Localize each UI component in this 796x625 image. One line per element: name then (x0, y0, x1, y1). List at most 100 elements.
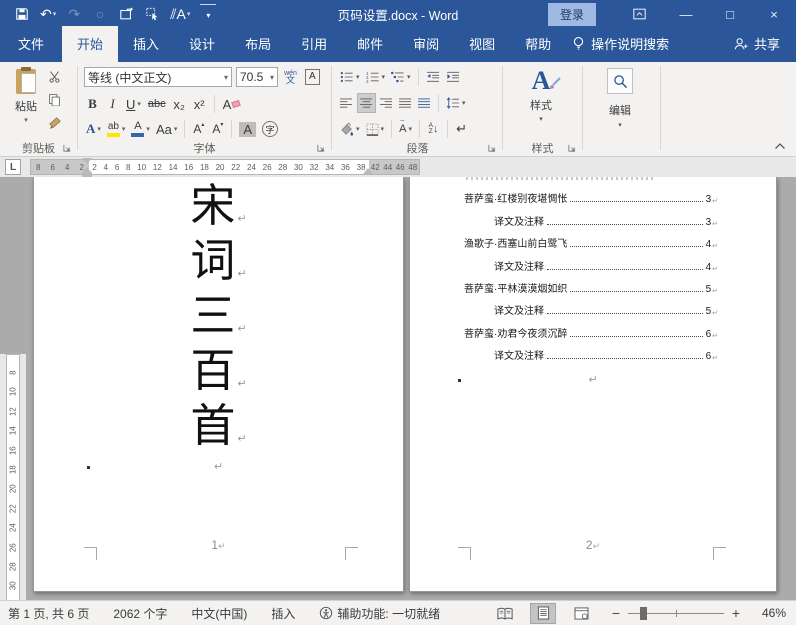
format-painter-button[interactable] (48, 116, 62, 130)
web-layout-button[interactable] (568, 603, 594, 624)
shading-button[interactable]: ▾ (338, 119, 362, 139)
page-1[interactable]: 宋 词 三 百 首 1 (33, 177, 404, 592)
styles-button[interactable]: A 样式 ▾ (517, 68, 565, 142)
clipboard-dialog-launcher[interactable] (63, 144, 73, 154)
toc-entry[interactable]: 菩萨蛮·劝君今夜须沉醉 6 (410, 317, 776, 340)
text-effects-button[interactable]: A ▾ (84, 119, 103, 139)
toc-entry-title[interactable]: 译文及注释 (494, 213, 544, 228)
minimize-button[interactable]: — (664, 0, 708, 28)
toc-entry-title[interactable]: 译文及注释 (494, 258, 544, 273)
ribbon-tab[interactable]: 设计 (174, 26, 230, 62)
formatting-icon[interactable]: ⫽A ▾ (170, 4, 190, 24)
title-char-row[interactable]: 百 (34, 342, 403, 397)
multilevel-list-button[interactable]: ▾ (389, 67, 413, 87)
toc-entry-title[interactable]: 译文及注释 (494, 347, 544, 362)
paragraph-dialog-launcher[interactable] (488, 144, 498, 154)
zoom-percentage[interactable]: 46% (752, 606, 786, 620)
toc-page-number[interactable]: 6 (706, 351, 712, 362)
vertical-ruler[interactable]: 8101214161820222426283032343638404244 46… (6, 354, 20, 600)
text-highlight-button[interactable]: ab ▾ (105, 119, 128, 139)
ribbon-tab[interactable]: 视图 (454, 26, 510, 62)
show-hide-marks-button[interactable]: ↵ (453, 119, 470, 139)
grow-font-button[interactable]: A ▴ (190, 119, 207, 139)
read-mode-button[interactable] (492, 603, 518, 624)
line-spacing-button[interactable]: ▾ (444, 93, 468, 113)
toc-entry-title[interactable]: 菩萨蛮·劝君今夜须沉醉 (464, 325, 567, 340)
save-icon[interactable] (14, 4, 30, 24)
distribute-text-button[interactable] (416, 93, 433, 113)
font-size-combobox[interactable]: 70.5 ▾ (236, 67, 278, 87)
font-dialog-launcher[interactable] (317, 144, 327, 154)
change-case-button[interactable]: Aa ▾ (154, 119, 179, 139)
maximize-button[interactable]: □ (708, 0, 752, 28)
toc-page-number[interactable]: 3 (706, 194, 712, 205)
tab-file[interactable]: 文件 (0, 26, 62, 62)
page-indicator[interactable]: 第 1 页, 共 6 页 (8, 605, 89, 622)
zoom-slider-track[interactable] (628, 606, 724, 620)
asian-layout-button[interactable]: A ⌢ ▾ (397, 117, 414, 139)
paste-dropdown-arrow[interactable]: ▾ (24, 116, 28, 124)
tell-me-box[interactable]: 操作说明搜索 (566, 26, 679, 62)
character-shading-button[interactable]: A (237, 119, 258, 139)
title-char-row[interactable]: 词 (34, 232, 403, 287)
ribbon-tab[interactable]: 审阅 (398, 26, 454, 62)
superscript-button[interactable]: x² (191, 94, 208, 114)
toc-entry[interactable]: 菩萨蛮·平林漠漠烟如织 5 (410, 273, 776, 295)
select-objects-icon[interactable] (144, 4, 160, 24)
italic-button[interactable]: I (104, 94, 121, 114)
font-color-button[interactable]: A ▾ (129, 119, 152, 139)
ribbon-tab[interactable]: 插入 (118, 26, 174, 62)
character-border-button[interactable]: A (303, 67, 322, 87)
ribbon-tab[interactable]: 布局 (230, 26, 286, 62)
toc-entry[interactable]: 译文及注释 3 (410, 205, 776, 228)
align-left-button[interactable] (338, 93, 355, 113)
title-char-row[interactable]: 宋 (34, 177, 403, 232)
share-button[interactable]: 共享 (731, 26, 782, 62)
cut-button[interactable] (48, 70, 61, 83)
clear-formatting-button[interactable]: A (221, 94, 243, 114)
ribbon-tab[interactable]: 引用 (286, 26, 342, 62)
align-center-button[interactable] (357, 93, 376, 113)
language-indicator[interactable]: 中文(中国) (191, 605, 247, 622)
toc-entry[interactable]: 渔歌子·西塞山前白鹭飞 4 (410, 228, 776, 250)
close-button[interactable]: × (752, 0, 796, 28)
justify-button[interactable] (397, 93, 414, 113)
first-line-indent-marker[interactable] (82, 158, 92, 164)
bullets-button[interactable]: ▾ (338, 67, 362, 87)
print-layout-button[interactable] (530, 602, 556, 624)
document-settings-icon[interactable] (118, 4, 134, 24)
toc-entry-title[interactable]: 菩萨蛮·红楼别夜堪惆怅 (464, 190, 567, 205)
styles-dialog-launcher[interactable] (568, 144, 578, 154)
page-2[interactable]: 菩萨蛮·红楼别夜堪惆怅 3 译文及注释 3 渔歌子·西塞山前白鹭飞 4 译文及注… (409, 177, 777, 592)
undo-icon[interactable]: ↶ ▾ (40, 4, 56, 24)
ribbon-tab[interactable]: 邮件 (342, 26, 398, 62)
customize-quick-access-icon[interactable]: ▾ (200, 4, 217, 24)
title-char-row[interactable]: 首 (34, 397, 403, 452)
zoom-in-button[interactable]: + (728, 605, 744, 621)
strikethrough-button[interactable]: abc (146, 94, 168, 114)
paste-button[interactable]: 粘贴 ▾ (7, 67, 45, 139)
bold-button[interactable]: B (84, 94, 101, 114)
toc-entry[interactable]: 菩萨蛮·红楼别夜堪惆怅 3 (410, 183, 776, 205)
toc-entry-title[interactable]: 译文及注释 (494, 302, 544, 317)
align-right-button[interactable] (378, 93, 395, 113)
title-char-row[interactable]: 三 (34, 287, 403, 342)
tab-selector[interactable]: L (5, 159, 21, 175)
toc-entry-title[interactable]: 菩萨蛮·平林漠漠烟如织 (464, 280, 567, 295)
insert-mode-indicator[interactable]: 插入 (271, 605, 295, 622)
toc-entry[interactable]: 译文及注释 5 (410, 295, 776, 317)
copy-button[interactable] (48, 93, 61, 106)
toc-page-number[interactable]: 5 (706, 284, 712, 295)
collapse-ribbon-icon[interactable] (774, 142, 786, 150)
document-workspace[interactable]: 8101214161820222426283032343638404244 4 6… (0, 177, 796, 600)
toc-entry[interactable]: 译文及注释 4 (410, 250, 776, 273)
underline-button[interactable]: U ▾ (124, 94, 143, 114)
decrease-indent-button[interactable] (424, 67, 442, 87)
toc-page-number[interactable]: 5 (706, 306, 712, 317)
zoom-out-button[interactable]: − (608, 605, 624, 621)
subscript-button[interactable]: x₂ (171, 94, 188, 114)
phonetic-guide-button[interactable]: wén 文 (282, 67, 299, 87)
indent-markers[interactable] (82, 157, 92, 177)
zoom-slider-handle[interactable] (640, 607, 647, 620)
toc-entry[interactable]: 译文及注释 6 (410, 340, 776, 362)
